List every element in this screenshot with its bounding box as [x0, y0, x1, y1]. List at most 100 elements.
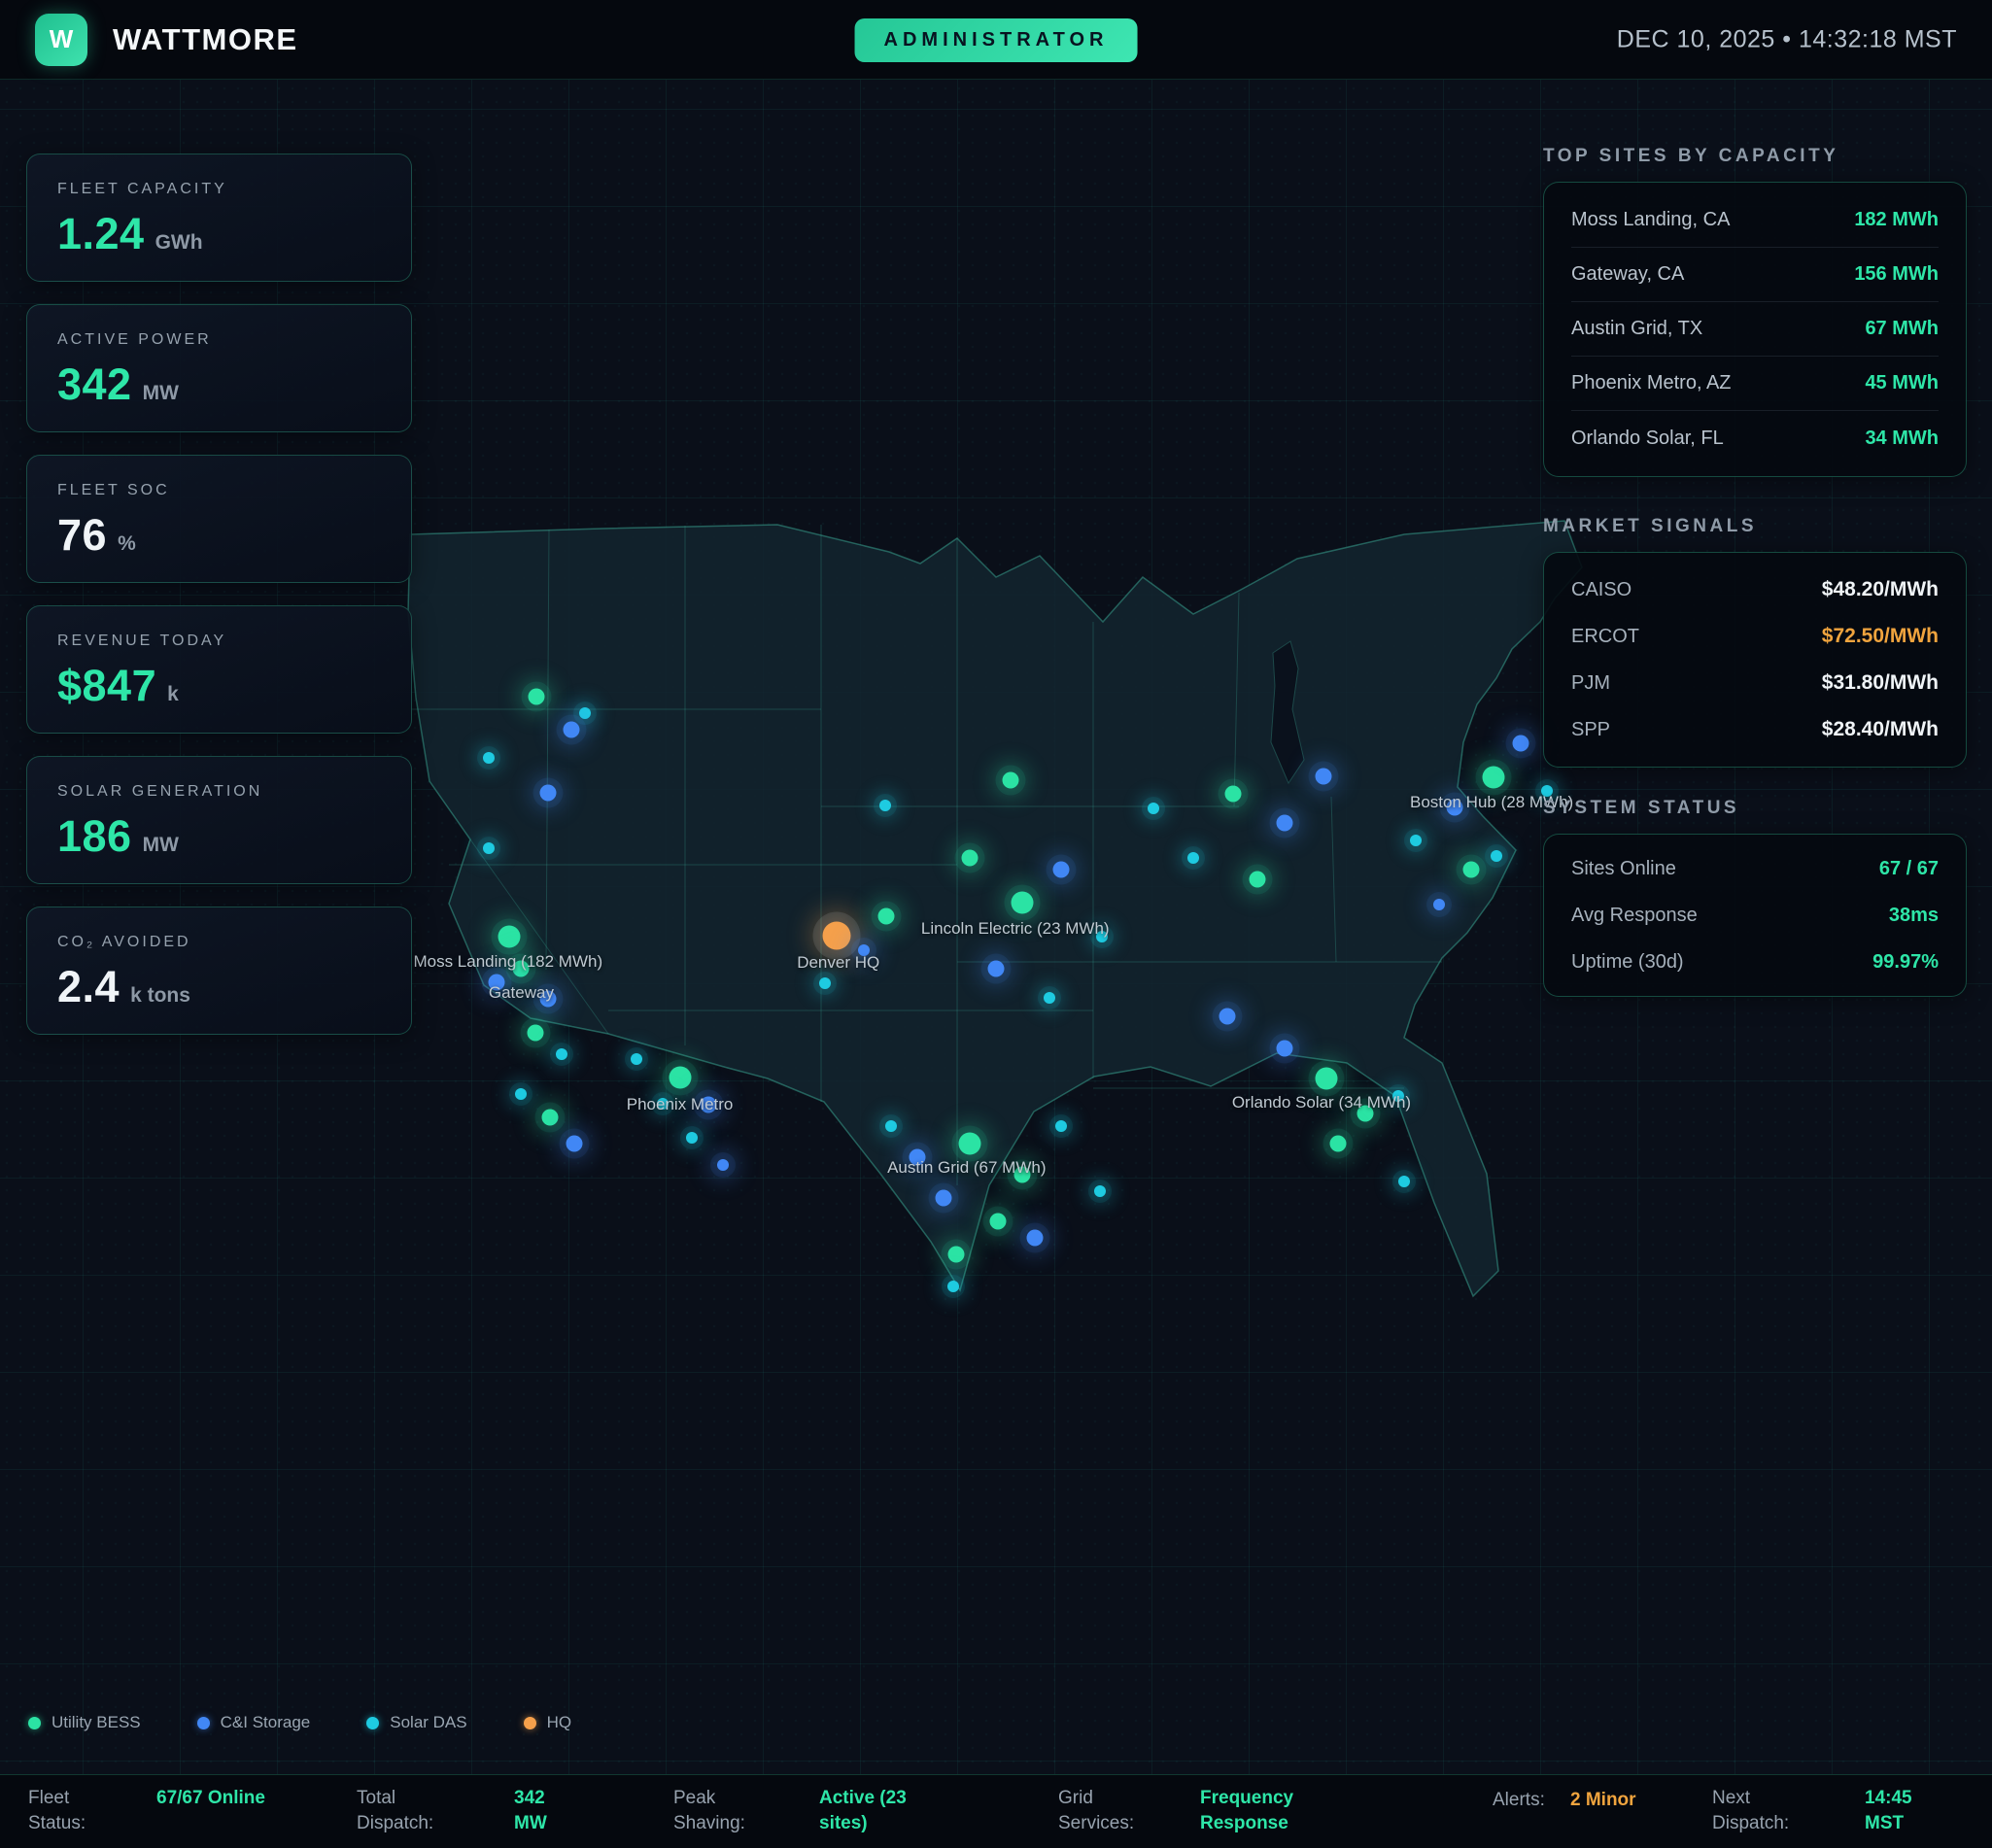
- right-panel-column: TOP SITES BY CAPACITY Moss Landing, CA18…: [1543, 146, 1967, 997]
- site-dot-solar[interactable]: [1491, 850, 1502, 862]
- site-dot-solar[interactable]: [631, 1053, 642, 1065]
- kpi-value: 186: [57, 811, 132, 862]
- top-site-row[interactable]: Austin Grid, TX67 MWh: [1571, 302, 1939, 357]
- site-dot-ci[interactable]: [1433, 899, 1445, 910]
- site-dot-solar[interactable]: [579, 707, 591, 719]
- site-dot-ci[interactable]: [539, 990, 556, 1007]
- site-dot-ci[interactable]: [1027, 1230, 1044, 1247]
- site-dot-bess[interactable]: [542, 1109, 559, 1125]
- site-dot-ci[interactable]: [910, 1149, 926, 1166]
- site-dot-ci[interactable]: [1512, 735, 1528, 751]
- site-dot-ci[interactable]: [936, 1190, 952, 1207]
- site-dot-bess[interactable]: [877, 908, 894, 925]
- kpi-value-row: 342MW: [57, 359, 381, 410]
- site-dot-ci[interactable]: [717, 1159, 729, 1171]
- site-dot-bess[interactable]: [1002, 771, 1018, 788]
- site-dot-bess[interactable]: [1330, 1135, 1347, 1151]
- kpi-card[interactable]: CO₂ AVOIDED2.4k tons: [26, 907, 412, 1035]
- kpi-card[interactable]: SOLAR GENERATION186MW: [26, 756, 412, 884]
- site-dot-solar[interactable]: [657, 1098, 669, 1110]
- site-dot-bess[interactable]: [498, 925, 520, 947]
- app-title: WATTMORE: [113, 22, 298, 57]
- top-site-row[interactable]: Orlando Solar, FL34 MWh: [1571, 411, 1939, 465]
- site-dot-ci[interactable]: [700, 1096, 716, 1112]
- site-dot-ci[interactable]: [539, 784, 556, 801]
- site-dot-solar[interactable]: [483, 842, 495, 854]
- site-dot-bess[interactable]: [527, 1025, 543, 1042]
- site-dot-ci[interactable]: [1447, 799, 1463, 815]
- site-dot-ci[interactable]: [858, 944, 870, 956]
- site-dot-solar[interactable]: [1094, 1185, 1106, 1197]
- site-dot-solar[interactable]: [1187, 852, 1199, 864]
- system-status-row: Sites Online67 / 67: [1571, 845, 1939, 892]
- site-dot-solar[interactable]: [1410, 835, 1422, 846]
- market-name: ERCOT: [1571, 626, 1639, 648]
- site-dot-bess[interactable]: [962, 849, 979, 866]
- legend-item-hq[interactable]: HQ: [524, 1713, 572, 1732]
- kpi-value: 2.4: [57, 962, 120, 1012]
- site-dot-ci[interactable]: [1219, 1009, 1235, 1025]
- kpi-value-row: 76%: [57, 510, 381, 561]
- site-dot-ci[interactable]: [564, 721, 580, 737]
- site-dot-ci[interactable]: [566, 1135, 582, 1151]
- kpi-value: $847: [57, 661, 156, 711]
- site-dot-bess[interactable]: [1357, 1105, 1373, 1121]
- kpi-card[interactable]: ACTIVE POWER342MW: [26, 304, 412, 432]
- legend-item-solar[interactable]: Solar DAS: [366, 1713, 466, 1732]
- site-dot-bess[interactable]: [1483, 766, 1505, 788]
- kpi-value-row: $847k: [57, 661, 381, 711]
- site-dot-solar[interactable]: [1148, 803, 1159, 814]
- top-site-row[interactable]: Gateway, CA156 MWh: [1571, 248, 1939, 302]
- market-signals-panel: CAISO$48.20/MWhERCOT$72.50/MWhPJM$31.80/…: [1543, 552, 1967, 768]
- site-dot-solar[interactable]: [1398, 1176, 1410, 1187]
- site-dot-solar[interactable]: [686, 1132, 698, 1144]
- legend-item-ci[interactable]: C&I Storage: [197, 1713, 311, 1732]
- site-dot-ci[interactable]: [488, 975, 504, 991]
- site-dot-bess[interactable]: [513, 961, 530, 977]
- site-dot-solar[interactable]: [819, 977, 831, 989]
- site-dot-bess[interactable]: [528, 689, 544, 705]
- site-dot-solar[interactable]: [556, 1048, 567, 1060]
- site-dot-ci[interactable]: [1277, 815, 1293, 832]
- site-dot-ci[interactable]: [1277, 1040, 1293, 1056]
- market-signal-row: SPP$28.40/MWh: [1571, 706, 1939, 753]
- site-dot-solar[interactable]: [1392, 1090, 1404, 1102]
- site-dot-solar[interactable]: [885, 1120, 897, 1132]
- site-dot-solar[interactable]: [947, 1281, 959, 1292]
- status-value: 67 / 67: [1879, 858, 1939, 880]
- kpi-card[interactable]: REVENUE TODAY$847k: [26, 605, 412, 734]
- site-dot-solar[interactable]: [1055, 1120, 1067, 1132]
- legend-item-bess[interactable]: Utility BESS: [28, 1713, 141, 1732]
- site-capacity: 67 MWh: [1865, 318, 1939, 340]
- site-capacity: 34 MWh: [1865, 428, 1939, 450]
- site-dot-bess[interactable]: [1012, 892, 1034, 914]
- site-dot-hq[interactable]: [823, 921, 851, 949]
- site-dot-ci[interactable]: [988, 961, 1005, 977]
- footer-label: Next Dispatch:: [1712, 1786, 1865, 1836]
- site-dot-bess[interactable]: [1463, 861, 1480, 877]
- site-dot-bess[interactable]: [670, 1066, 692, 1088]
- site-dot-solar[interactable]: [1096, 931, 1108, 942]
- site-dot-bess[interactable]: [1225, 785, 1242, 802]
- site-dot-bess[interactable]: [948, 1246, 965, 1262]
- site-dot-bess[interactable]: [1249, 872, 1265, 888]
- site-dot-solar[interactable]: [1044, 992, 1055, 1004]
- site-dot-ci[interactable]: [1316, 769, 1332, 785]
- site-dot-solar[interactable]: [515, 1088, 527, 1100]
- footer-value: 14:45 MST: [1865, 1786, 1952, 1836]
- site-dot-solar[interactable]: [483, 752, 495, 764]
- site-dot-bess[interactable]: [1014, 1167, 1031, 1183]
- top-site-row[interactable]: Moss Landing, CA182 MWh: [1571, 193, 1939, 248]
- site-dot-ci[interactable]: [1053, 861, 1070, 877]
- kpi-label: SOLAR GENERATION: [57, 783, 381, 801]
- kpi-card[interactable]: FLEET SOC76%: [26, 455, 412, 583]
- site-dot-bess[interactable]: [989, 1213, 1006, 1229]
- site-dot-bess[interactable]: [959, 1132, 981, 1154]
- kpi-card[interactable]: FLEET CAPACITY1.24GWh: [26, 154, 412, 282]
- site-dot-bess[interactable]: [1315, 1067, 1337, 1089]
- administrator-badge[interactable]: ADMINISTRATOR: [855, 18, 1138, 62]
- status-value: 99.97%: [1872, 951, 1939, 974]
- footer-value: Active (23 sites): [819, 1786, 953, 1836]
- site-dot-solar[interactable]: [879, 800, 891, 811]
- top-site-row[interactable]: Phoenix Metro, AZ45 MWh: [1571, 357, 1939, 411]
